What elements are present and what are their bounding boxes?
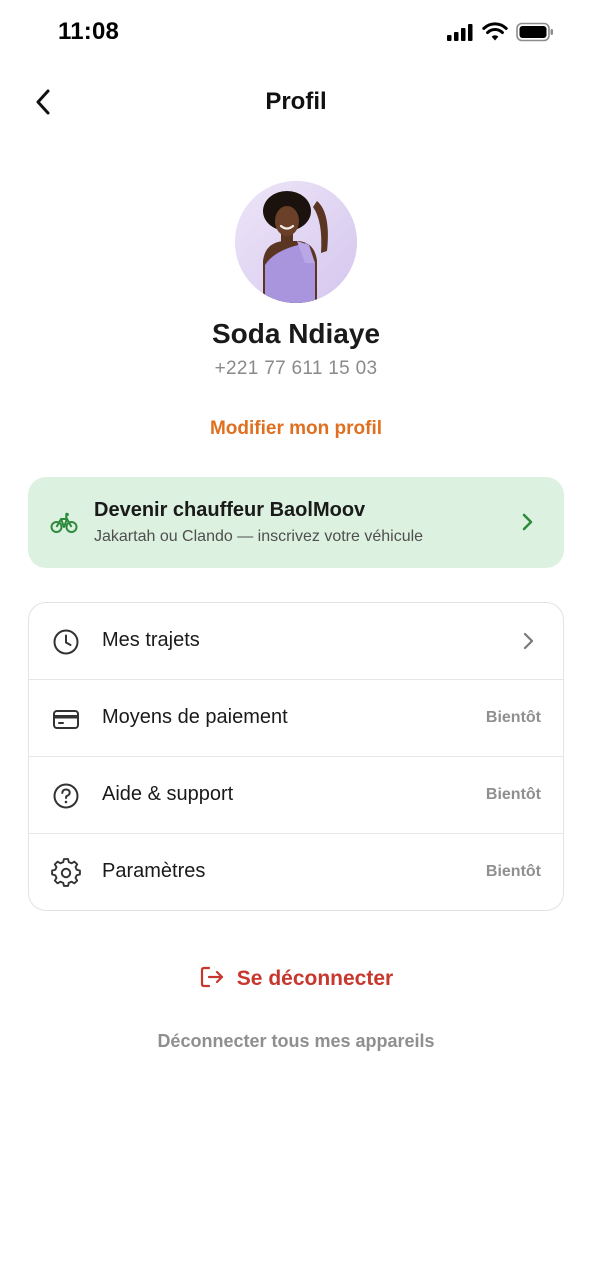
page-title: Profil (265, 88, 327, 115)
chevron-right-icon (516, 511, 538, 533)
logout-all-devices-link[interactable]: Déconnecter tous mes appareils (0, 1031, 592, 1052)
become-driver-card[interactable]: Devenir chauffeur BaolMoov Jakartah ou C… (28, 477, 564, 568)
menu-list: Mes trajets Moyens de paiement Bientôt A… (28, 602, 564, 911)
coming-soon-badge: Bientôt (485, 863, 541, 880)
menu-item-label: Aide & support (102, 783, 234, 805)
help-circle-icon (51, 781, 81, 811)
chevron-right-icon (517, 630, 539, 652)
wifi-icon (482, 22, 508, 47)
status-bar: 11:08 (0, 0, 592, 64)
credit-card-icon (51, 704, 81, 734)
gear-icon (51, 858, 81, 888)
menu-item-mes-trajets[interactable]: Mes trajets (29, 603, 563, 680)
menu-item-aide-support[interactable]: Aide & support Bientôt (29, 757, 563, 834)
battery-icon (516, 22, 554, 47)
user-phone: +221 77 611 15 03 (214, 358, 378, 379)
menu-item-moyens-de-paiement[interactable]: Moyens de paiement Bientôt (29, 680, 563, 757)
coming-soon-badge: Bientôt (485, 709, 541, 726)
user-name: Soda Ndiaye (211, 318, 381, 349)
avatar (235, 181, 357, 303)
become-driver-title: Devenir chauffeur BaolMoov (94, 499, 366, 521)
signal-icon (446, 23, 474, 46)
clock-icon (51, 627, 81, 657)
nav-bar: Profil (0, 72, 592, 136)
logout-label: Se déconnecter (236, 967, 394, 990)
logout-icon (199, 964, 225, 995)
become-driver-subtitle: Jakartah ou Clando — inscrivez votre véh… (94, 528, 424, 545)
menu-item-parametres[interactable]: Paramètres Bientôt (29, 834, 563, 910)
coming-soon-badge: Bientôt (485, 786, 541, 803)
edit-profile-link[interactable]: Modifier mon profil (0, 418, 592, 440)
menu-item-label: Mes trajets (102, 629, 200, 651)
status-icons (446, 22, 554, 47)
menu-item-label: Paramètres (102, 860, 206, 882)
status-time: 11:08 (58, 18, 120, 45)
logout-button[interactable]: Se déconnecter (0, 962, 592, 996)
menu-item-label: Moyens de paiement (102, 706, 288, 728)
bicycle-icon (50, 509, 78, 537)
